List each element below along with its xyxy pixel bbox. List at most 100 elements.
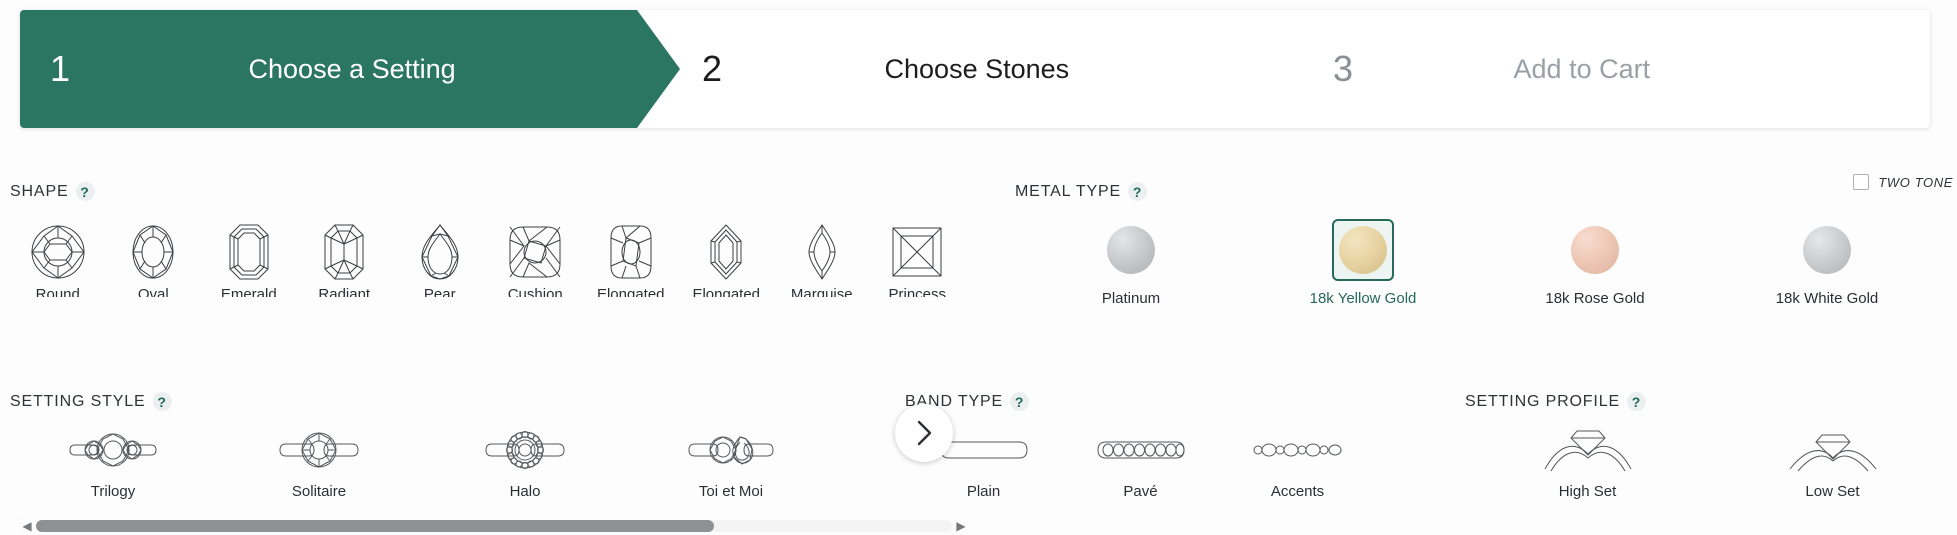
- elongated-cushion-diamond-icon: [610, 223, 652, 281]
- metal-swatch: [1796, 219, 1858, 281]
- setting-profile-option-label: Low Set: [1805, 483, 1860, 500]
- radiant-diamond-icon: [324, 223, 364, 281]
- shape-option-label: Emerald: [220, 286, 277, 297]
- metal-title-text: METAL TYPE: [1015, 182, 1122, 200]
- band-type-option-pave[interactable]: Pavé: [1062, 425, 1219, 500]
- two-tone-toggle[interactable]: TWO TONE: [1853, 174, 1953, 190]
- halo-ring-icon: [482, 425, 568, 475]
- two-tone-label: TWO TONE: [1878, 174, 1953, 190]
- stepper-step-2[interactable]: 2 Choose Stones: [680, 10, 1315, 128]
- solitaire-ring-icon: [276, 425, 362, 475]
- shape-option-label: Radiant: [318, 286, 371, 297]
- shape-option-pear[interactable]: Pear: [392, 223, 488, 297]
- setting-style-option-label: Halo: [509, 483, 541, 500]
- setting-style-option-toi-et-moi[interactable]: Toi et Moi: [628, 425, 834, 500]
- setting-profile-filter-section: SETTING PROFILE ? High Set Low Set: [1465, 392, 1955, 500]
- shape-title-text: SHAPE: [10, 182, 69, 200]
- help-icon[interactable]: ?: [1010, 392, 1030, 411]
- setting-profile-option-label: High Set: [1558, 483, 1617, 500]
- scrollbar-left-arrow-icon[interactable]: ◀: [18, 519, 36, 533]
- shape-option-elongated-hexagon[interactable]: Elongated Hexagon: [679, 223, 775, 297]
- shape-option-marquise[interactable]: Marquise: [774, 223, 870, 297]
- setting-profile-options-row: High Set Low Set: [1465, 425, 1955, 500]
- shape-option-label: Elongated Cushion: [596, 286, 665, 297]
- help-icon[interactable]: ?: [1128, 182, 1148, 201]
- setting-style-option-label: Trilogy: [90, 483, 136, 500]
- metal-type-filter-section: METAL TYPE ? TWO TONE Platinum 18k Yello…: [1015, 174, 1955, 307]
- setting-style-option-trilogy[interactable]: Trilogy: [10, 425, 216, 500]
- shape-option-label: Elongated Hexagon: [692, 286, 761, 297]
- metal-options-row: Platinum 18k Yellow Gold 18k Rose Gold 1…: [1015, 213, 1955, 307]
- shape-option-cushion[interactable]: Cushion: [488, 223, 584, 297]
- metal-option-label: Platinum: [1101, 290, 1161, 307]
- setting-style-option-halo[interactable]: Halo: [422, 425, 628, 500]
- yellow-gold-swatch-icon: [1339, 226, 1387, 274]
- help-icon[interactable]: ?: [75, 182, 95, 201]
- setting-profile-option-low-set[interactable]: Low Set: [1710, 425, 1955, 500]
- shape-options-row: Round Oval Emerald Radiant Pear Cushion …: [10, 223, 965, 297]
- stepper-step-3: 3 Add to Cart: [1315, 10, 1930, 128]
- emerald-diamond-icon: [229, 223, 269, 281]
- metal-option-label: 18k White Gold: [1775, 290, 1879, 307]
- metal-option-18k-white-gold[interactable]: 18k White Gold: [1711, 213, 1943, 307]
- shape-option-elongated-cushion[interactable]: Elongated Cushion: [583, 223, 679, 297]
- setting-style-option-label: Toi et Moi: [698, 483, 764, 500]
- setting-profile-option-high-set[interactable]: High Set: [1465, 425, 1710, 500]
- shape-option-princess[interactable]: Princess: [870, 223, 966, 297]
- white-gold-swatch-icon: [1803, 226, 1851, 274]
- shape-option-emerald[interactable]: Emerald: [201, 223, 297, 297]
- shape-option-oval[interactable]: Oval: [106, 223, 202, 297]
- metal-option-label: 18k Rose Gold: [1545, 290, 1645, 307]
- trilogy-ring-icon: [65, 425, 161, 475]
- metal-option-platinum[interactable]: Platinum: [1015, 213, 1247, 307]
- shape-option-label: Round: [35, 286, 80, 297]
- metal-swatch: [1564, 219, 1626, 281]
- metal-swatch: [1100, 219, 1162, 281]
- shape-option-radiant[interactable]: Radiant: [297, 223, 393, 297]
- stepper-step-1[interactable]: 1 Choose a Setting: [20, 10, 680, 128]
- shape-option-label: Marquise: [790, 286, 853, 297]
- setting-style-filter-section: SETTING STYLE ? Trilogy Solitaire Halo T…: [10, 392, 880, 500]
- help-icon[interactable]: ?: [152, 392, 172, 411]
- band-type-option-accents[interactable]: Accents: [1219, 425, 1376, 500]
- accents-band-icon: [1252, 425, 1344, 475]
- cushion-diamond-icon: [509, 223, 561, 281]
- elongated-hexagon-diamond-icon: [710, 223, 742, 281]
- pear-diamond-icon: [420, 223, 460, 281]
- shape-option-label: Cushion: [507, 286, 563, 297]
- step-2-number: 2: [702, 48, 723, 89]
- shape-option-round[interactable]: Round: [10, 223, 106, 297]
- scrollbar-track[interactable]: [36, 520, 952, 532]
- band-type-option-label: Accents: [1270, 483, 1325, 500]
- step-1-number: 1: [50, 48, 71, 89]
- scrollbar-right-arrow-icon[interactable]: ▶: [952, 519, 970, 533]
- shape-scrollbar[interactable]: ◀ ▶: [18, 517, 970, 535]
- checkout-stepper: 1 Choose a Setting 2 Choose Stones 3 Add…: [20, 10, 1930, 128]
- shape-next-button[interactable]: [895, 404, 953, 462]
- oval-diamond-icon: [132, 223, 174, 281]
- metal-swatch-selected: [1332, 219, 1394, 281]
- step-3-label: Add to Cart: [1513, 53, 1651, 84]
- setting-style-option-solitaire[interactable]: Solitaire: [216, 425, 422, 500]
- setting-style-title-text: SETTING STYLE: [10, 392, 146, 410]
- band-type-filter-section: BAND TYPE ? Plain Pavé Accents: [905, 392, 1465, 500]
- rose-gold-swatch-icon: [1571, 226, 1619, 274]
- two-tone-checkbox[interactable]: [1853, 174, 1870, 190]
- low-set-profile-icon: [1788, 425, 1878, 475]
- round-diamond-icon: [30, 223, 86, 281]
- shape-option-label: Oval: [137, 286, 169, 297]
- band-type-option-label: Pavé: [1123, 483, 1158, 500]
- metal-section-title: METAL TYPE ?: [1015, 182, 1955, 201]
- help-icon[interactable]: ?: [1627, 392, 1646, 411]
- band-type-section-title: BAND TYPE ?: [905, 392, 1465, 411]
- shape-options-viewport: Round Oval Emerald Radiant Pear Cushion …: [10, 201, 965, 297]
- band-type-option-label: Plain: [966, 483, 1001, 500]
- pave-band-icon: [1095, 425, 1187, 475]
- metal-option-18k-yellow-gold[interactable]: 18k Yellow Gold: [1247, 213, 1479, 307]
- step-2-label: Choose Stones: [884, 53, 1070, 84]
- metal-option-18k-rose-gold[interactable]: 18k Rose Gold: [1479, 213, 1711, 307]
- marquise-diamond-icon: [808, 223, 836, 281]
- scrollbar-thumb[interactable]: [36, 520, 714, 532]
- platinum-swatch-icon: [1107, 226, 1155, 274]
- setting-style-option-label: Solitaire: [291, 483, 347, 500]
